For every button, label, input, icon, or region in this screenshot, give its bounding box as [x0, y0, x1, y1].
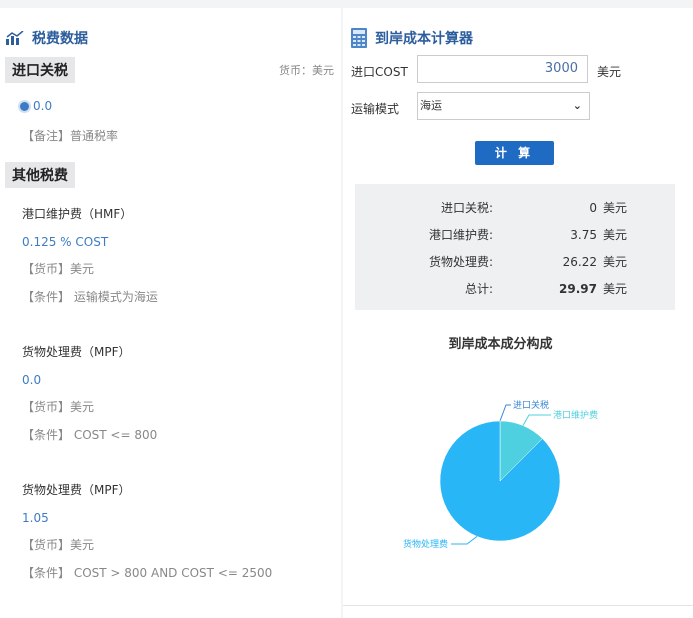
selected-mode: 海运: [420, 99, 442, 112]
other-tax-heading: 其他税费: [5, 162, 75, 188]
result-unit: 美元: [603, 201, 628, 215]
landed-cost-calculator: 到岸成本计算器 进口COST 3000 美元 运输模式 海运 ⌄ 计 算 进口关…: [343, 8, 693, 618]
result-value: 0: [589, 201, 597, 215]
fee-item: 货物处理费（MPF） 0.0 【货币】美元 【条件】 COST <= 800: [22, 342, 157, 452]
fee-value: 0.125 % COST: [22, 234, 109, 249]
fee-condition: 【条件】 COST > 800 AND COST <= 2500: [22, 565, 273, 580]
panel-title-text: 到岸成本计算器: [375, 31, 473, 47]
result-unit: 美元: [603, 282, 628, 296]
panel-title: 税费数据: [6, 28, 88, 48]
result-value: 3.75: [570, 228, 597, 242]
pie-label: 进口关税: [513, 399, 549, 411]
result-unit: 美元: [603, 255, 628, 269]
currency-note: 货币：美元: [279, 64, 334, 77]
calculator-icon: [351, 28, 367, 48]
pie-label: 货物处理费: [403, 538, 448, 550]
label-line: [451, 536, 478, 545]
result-unit: 美元: [603, 228, 628, 242]
label-line: [499, 404, 511, 422]
result-label: 总计:: [464, 282, 493, 296]
panel-title-text: 税费数据: [32, 31, 88, 47]
fee-currency: 【货币】美元: [22, 400, 95, 414]
fee-value: 0.0: [22, 372, 42, 387]
calculate-button[interactable]: 计 算: [475, 141, 554, 165]
radio-selected-icon[interactable]: [20, 101, 29, 111]
fee-name: 货物处理费（MPF）: [22, 483, 131, 497]
import-tax-note: 【备注】普通税率: [22, 129, 119, 143]
chevron-down-icon: ⌄: [572, 99, 582, 112]
chart-title: 到岸成本成分构成: [448, 337, 553, 352]
result-row: 进口关税: 0 美元: [355, 198, 675, 218]
results-box: 进口关税: 0 美元 港口维护费: 3.75 美元 货物处理费: 26.22 美元 总计: 2…: [355, 184, 675, 310]
result-label: 进口关税:: [440, 201, 493, 215]
result-value: 29.97: [559, 282, 597, 296]
divider: [343, 605, 693, 606]
fee-currency: 【货币】美元: [22, 262, 95, 276]
fee-condition: 【条件】 COST <= 800: [22, 427, 158, 442]
bar-chart-icon: [6, 31, 24, 45]
label-line: [522, 414, 551, 426]
cost-label: 进口COST: [351, 65, 408, 79]
fee-condition: 【条件】 运输模式为海运: [22, 289, 158, 304]
panel-title: 到岸成本计算器: [351, 28, 473, 48]
import-tax-heading: 进口关税: [5, 57, 75, 83]
result-label: 货物处理费:: [428, 255, 493, 269]
fee-name: 货物处理费（MPF）: [22, 345, 131, 359]
result-row-total: 总计: 29.97 美元: [355, 279, 675, 299]
fee-item: 货物处理费（MPF） 1.05 【货币】美元 【条件】 COST > 800 A…: [22, 480, 272, 590]
fee-currency: 【货币】美元: [22, 538, 95, 552]
fee-value: 1.05: [22, 510, 49, 525]
cost-unit: 美元: [597, 65, 622, 79]
result-row: 港口维护费: 3.75 美元: [355, 225, 675, 245]
pie-chart: 进口关税港口维护费货物处理费: [403, 399, 598, 550]
pie-slice[interactable]: [439, 420, 561, 542]
result-value: 26.22: [562, 255, 597, 269]
result-row: 货物处理费: 26.22 美元: [355, 252, 675, 272]
fee-item: 港口维护费（HMF） 0.125 % COST 【货币】美元 【条件】 运输模式…: [22, 204, 158, 314]
transport-mode-select[interactable]: 海运 ⌄: [417, 92, 590, 120]
mode-label: 运输模式: [351, 102, 400, 116]
cost-input[interactable]: 3000: [417, 55, 588, 83]
tax-data-panel: 税费数据 进口关税 货币：美元 0.0 【备注】普通税率 其他税费 港口维护费（…: [0, 8, 341, 618]
rate-value: 0.0: [33, 99, 53, 113]
pie-label: 港口维护费: [553, 409, 598, 421]
import-tax-rate[interactable]: 0.0: [20, 99, 52, 113]
fee-name: 港口维护费（HMF）: [22, 207, 133, 221]
result-label: 港口维护费:: [428, 228, 493, 242]
